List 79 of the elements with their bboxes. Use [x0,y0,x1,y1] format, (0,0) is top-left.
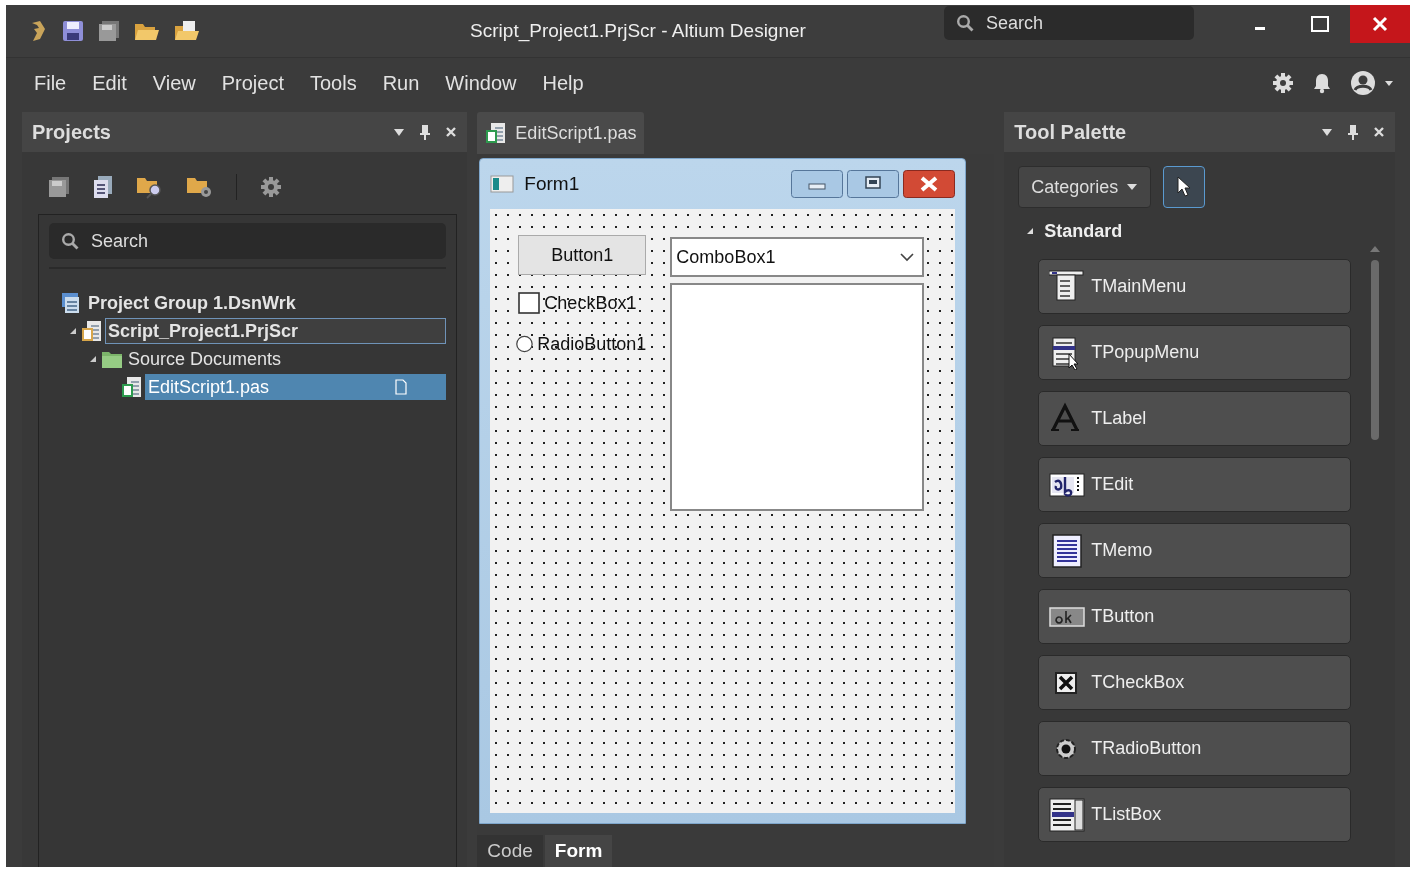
document-icon [121,376,143,398]
folder-search-icon[interactable] [136,175,164,199]
view-tab[interactable]: Form [544,835,613,867]
menu-item[interactable]: Edit [92,71,127,95]
search-icon [956,14,974,32]
palette-item[interactable]: TPopupMenu [1038,325,1351,380]
palette-item[interactable]: TButton [1038,589,1351,644]
document-icon [395,379,408,395]
pointer-button[interactable] [1163,166,1206,208]
maximize-button[interactable] [847,170,900,198]
menu-item[interactable]: Window [445,71,517,95]
palette-item[interactable]: TMemo [1038,523,1351,578]
menu-item[interactable]: View [152,71,196,95]
document-tab[interactable]: EditScript1.pas [477,112,645,154]
minimize-button[interactable] [791,170,844,198]
panel-title: Tool Palette [1014,120,1127,144]
dropdown-icon[interactable] [393,127,406,137]
tree-item[interactable]: Project Group 1.DsnWrk [85,290,447,316]
search-field[interactable]: Search [944,6,1194,40]
scroll-up-icon[interactable] [1370,246,1380,252]
panel-title: Projects [32,120,111,144]
user-icon [1350,70,1376,96]
menu-item[interactable]: Project [221,71,284,95]
section-title[interactable]: Standard [1044,220,1123,242]
expanded-arrow-icon[interactable] [69,327,77,335]
palette-item[interactable]: TRadioButton [1038,721,1351,776]
caret-icon [1384,79,1394,87]
expanded-arrow-icon[interactable] [89,355,97,363]
combo-box[interactable]: ComboBox1 [670,237,925,277]
folder-document-icon[interactable] [174,20,200,42]
chevron-down-icon [900,252,915,262]
close-icon[interactable] [1373,126,1385,138]
script-file-icon [485,122,508,144]
radio-button[interactable] [516,333,534,355]
menu-item[interactable]: Help [542,71,584,95]
bell-icon[interactable] [1312,72,1332,94]
settings-icon[interactable] [259,175,283,199]
palette-item[interactable]: TCheckBox [1038,655,1351,710]
account-button[interactable] [1350,70,1394,96]
search-field[interactable]: Search [49,223,447,259]
save-icon[interactable] [62,20,84,42]
pin-icon[interactable] [419,124,432,140]
menu-item[interactable]: Tools [309,71,357,95]
expanded-arrow-icon[interactable] [1026,227,1035,235]
palette-item[interactable]: TMainMenu [1038,259,1351,314]
menu-item[interactable]: Run [382,71,420,95]
tree-item[interactable]: Source Documents [125,346,447,372]
save-all-icon[interactable] [48,176,70,198]
search-icon [61,232,79,250]
list-box[interactable] [670,283,925,511]
categories-button[interactable]: Categories [1018,166,1152,208]
form-title: Form1 [524,173,580,195]
dropdown-icon[interactable] [1321,127,1333,137]
save-all-icon[interactable] [98,20,120,42]
document-icon [81,320,103,342]
palette-item[interactable]: TEdit [1038,457,1351,512]
form-icon [490,175,515,193]
close-icon[interactable] [445,126,458,138]
tree-item[interactable]: Script_Project1.PrjScr [105,318,447,344]
close-button[interactable] [903,170,956,198]
list-box-icon [1049,797,1086,832]
documents-icon[interactable] [92,175,114,199]
dropdown-icon [1126,183,1139,191]
scrollbar-thumb[interactable] [1371,260,1379,440]
palette-item[interactable]: TListBox [1038,787,1351,842]
menu-item[interactable]: File [34,71,67,95]
checkbox-label: CheckBox1 [544,292,637,314]
pointer-icon [1176,176,1193,198]
folder-gear-icon[interactable] [186,175,214,199]
radio-label: RadioButton1 [537,333,647,355]
close-icon[interactable] [1350,5,1410,43]
palette-item[interactable]: TLabel [1038,391,1351,446]
pin-icon[interactable] [1347,124,1359,140]
button[interactable]: Button1 [518,235,647,275]
tree-item[interactable]: EditScript1.pas [145,374,447,400]
view-tab[interactable]: Code [477,835,543,867]
window-title: Script_Project1.PrjScr - Altium Designer [469,20,807,42]
checkbox[interactable] [518,292,541,314]
menu-bar-icon [1049,269,1086,304]
